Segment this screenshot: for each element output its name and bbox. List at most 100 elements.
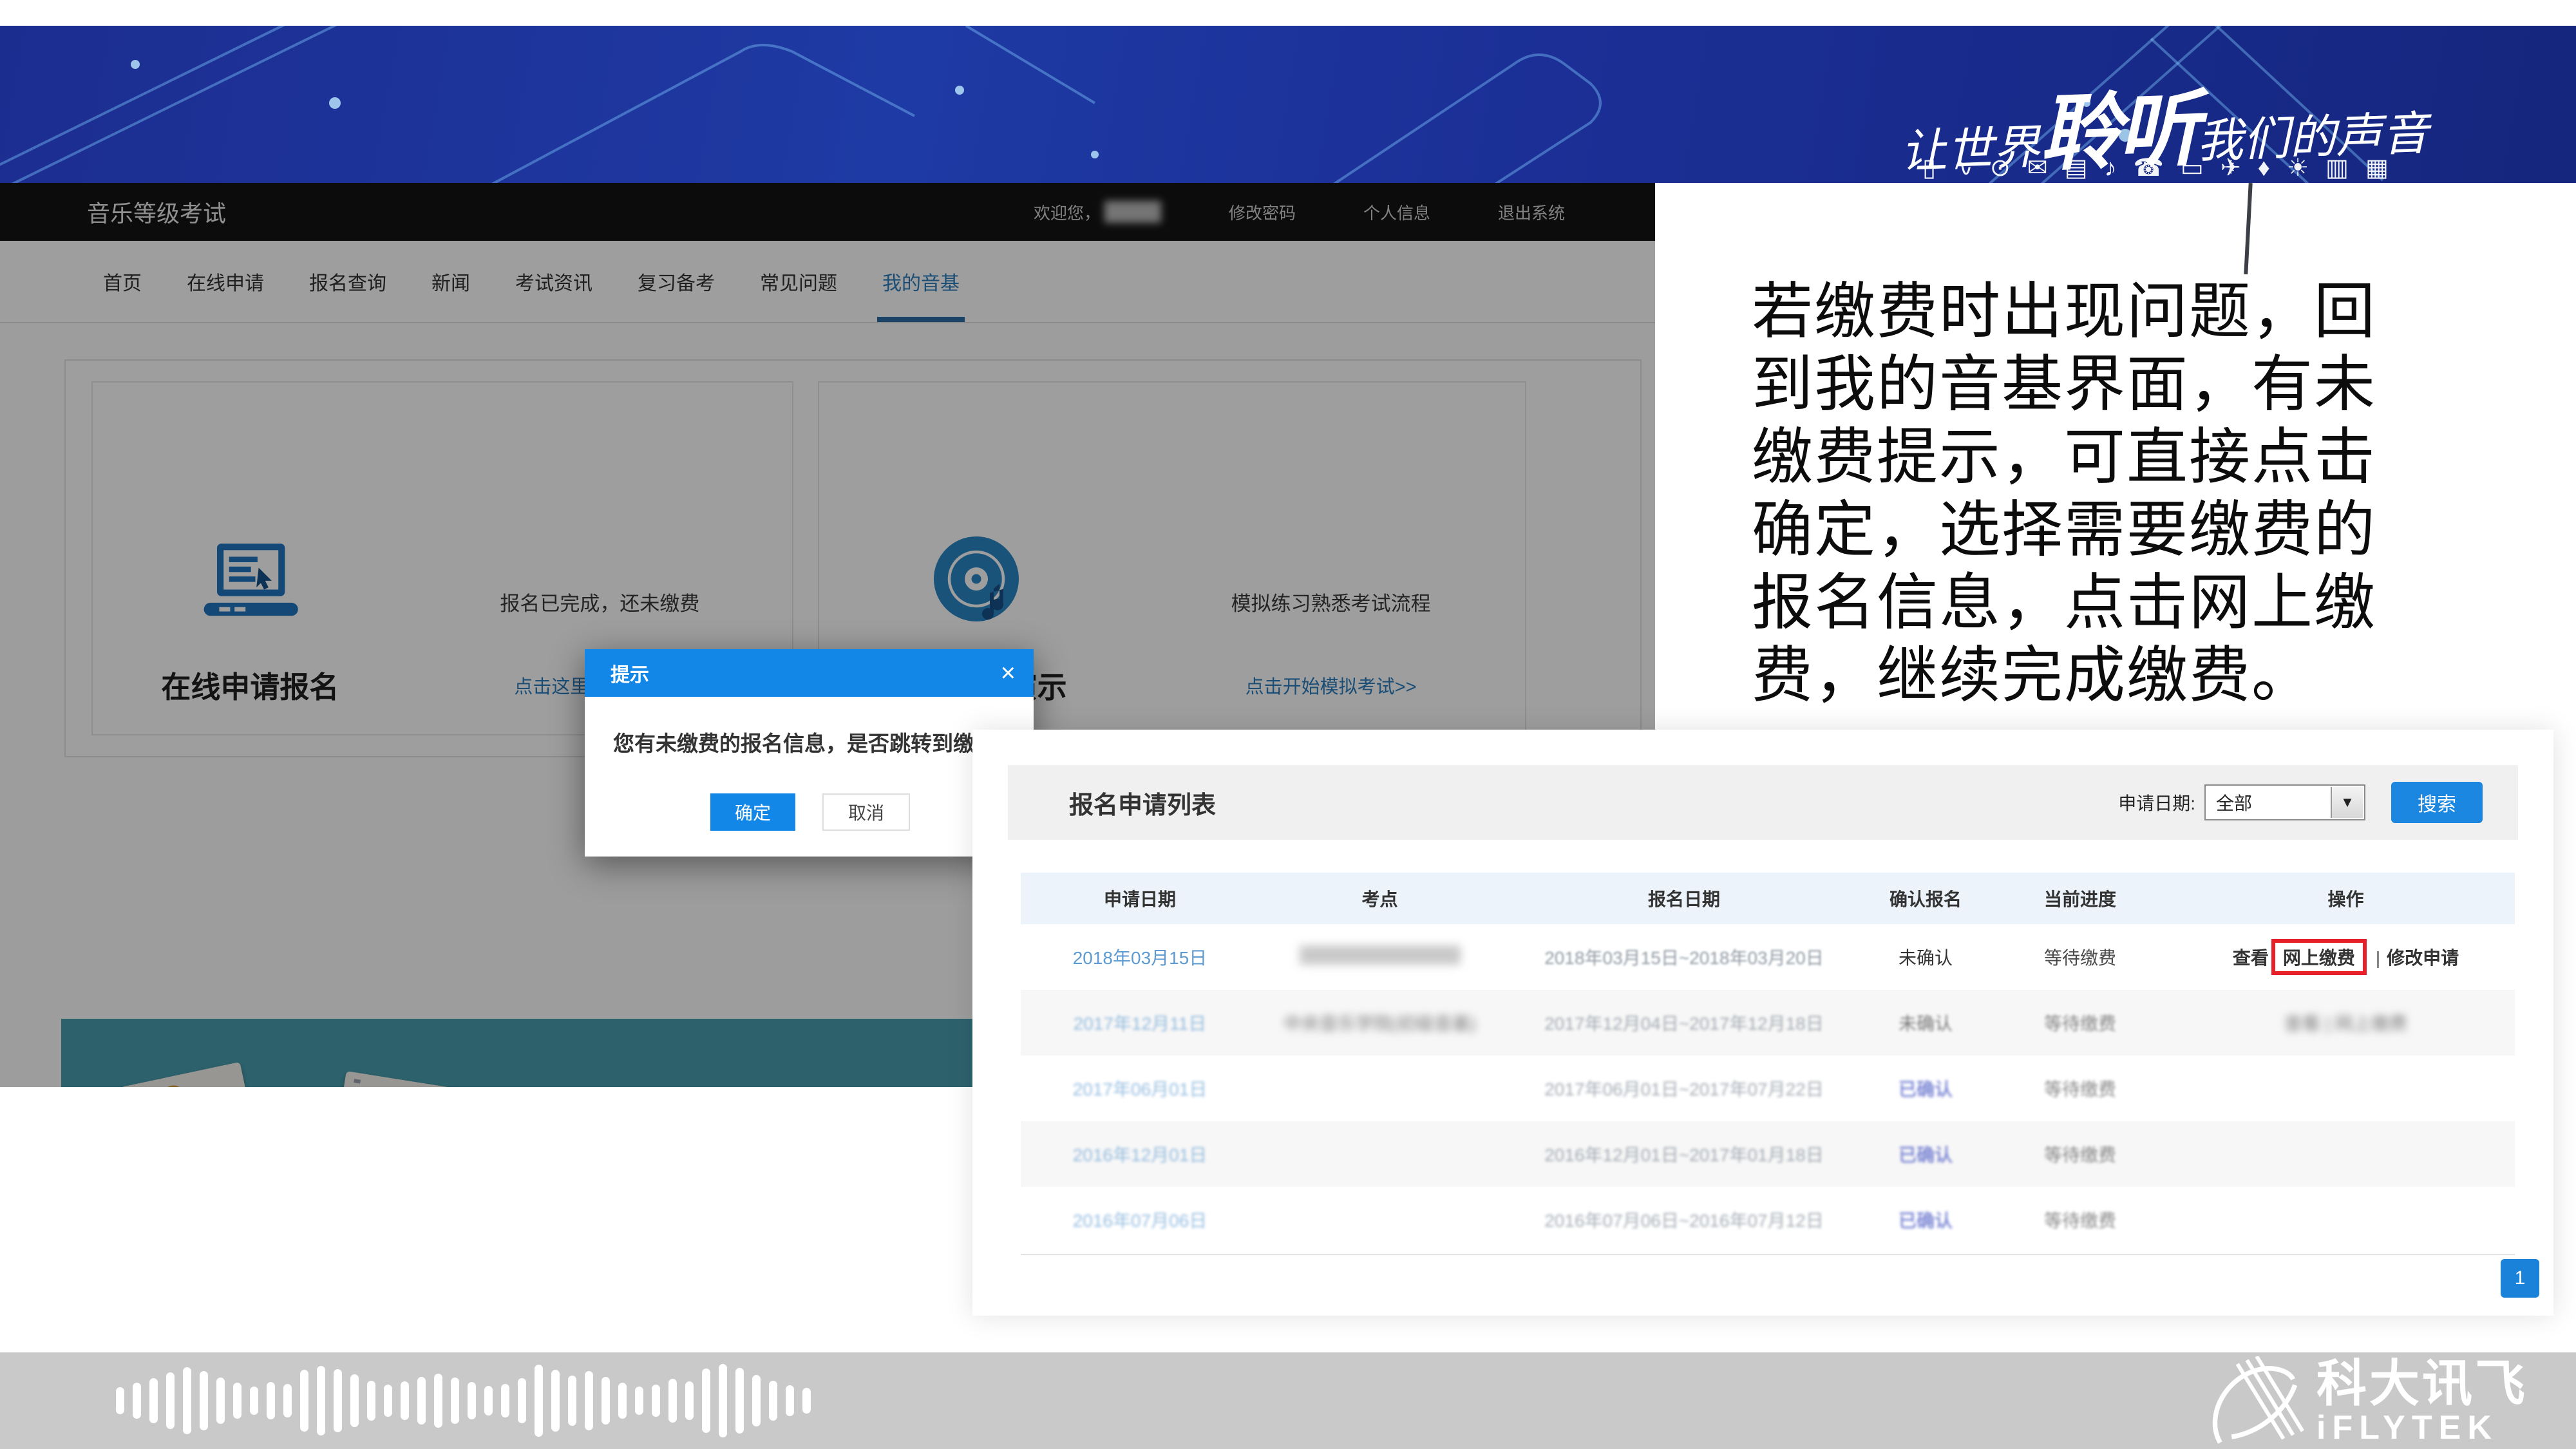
cancel-button[interactable]: 取消 <box>822 793 910 831</box>
waveform-bar <box>149 1378 158 1423</box>
progress-status: 等待缴费 <box>2044 1145 2116 1165</box>
exam-site-redacted <box>1300 945 1461 965</box>
waveform-bar <box>367 1381 375 1421</box>
waveform-bar <box>216 1378 225 1424</box>
confirm-status: 已确认 <box>1899 1079 1953 1099</box>
apply-date-link[interactable]: 2018年03月15日 <box>1073 948 1208 968</box>
fuel-pump: ▦ <box>2365 155 2405 182</box>
cart: ▥ <box>2325 155 2365 182</box>
dialog-buttons: 确定 取消 <box>585 793 1034 832</box>
iflytek-swoosh-icon <box>2208 1356 2305 1446</box>
footer-strip: 科大讯飞 iFLYTEK <box>0 1352 2576 1449</box>
confirm-status: 已确认 <box>1899 1145 1953 1165</box>
waveform-bar <box>735 1368 744 1434</box>
waveform-bar <box>484 1386 493 1416</box>
apply-date-link[interactable]: 2017年12月11日 <box>1074 1014 1207 1034</box>
progress-status: 等待缴费 <box>2044 1014 2116 1034</box>
registration-period: 2016年12月01日~2017年01月18日 <box>1544 1145 1824 1165</box>
waveform-bar <box>283 1384 292 1417</box>
panel-title: 报名申请列表 <box>1069 785 1216 820</box>
waveform-bar <box>551 1370 560 1432</box>
application-list-panel: 报名申请列表 申请日期: 全部 ▼ 搜索 申请日期考点报名日期确认报名当前进度操… <box>972 730 2553 1316</box>
waveform-bar <box>702 1368 710 1433</box>
waveform-bar <box>501 1384 509 1417</box>
waveform-bar <box>350 1374 359 1427</box>
waveform-bar <box>719 1364 727 1437</box>
top-white-strip <box>0 0 2576 26</box>
music-note: ♪ <box>2104 155 2133 182</box>
confirm-button[interactable]: 确定 <box>710 793 795 831</box>
chevron-down-icon[interactable]: ▼ <box>2331 787 2363 818</box>
op-online-pay-link[interactable]: 网上缴费 <box>2283 948 2355 968</box>
column-header-3: 确认报名 <box>1868 886 1984 911</box>
tv: ▤ <box>2065 155 2105 182</box>
waveform-bar <box>401 1381 409 1420</box>
filter-label: 申请日期: <box>2118 790 2195 815</box>
waveform-bar <box>233 1383 242 1419</box>
waveform-bar <box>802 1388 811 1414</box>
waveform-bar <box>518 1378 526 1423</box>
dialog-title: 提示 <box>611 659 649 687</box>
confirm-status: 已确认 <box>1899 1211 1953 1231</box>
registration-period: 2017年12月04日~2017年12月18日 <box>1544 1014 1824 1034</box>
slogan-icon-row: ▯∿⊙✉▤♪☎▭✈♦☀▥▦ <box>1842 153 2486 182</box>
waveform-bar <box>618 1383 627 1419</box>
filter-controls: 申请日期: 全部 ▼ 搜索 <box>2118 782 2518 823</box>
waveform-bar <box>585 1371 593 1430</box>
waveform-bar <box>668 1379 677 1423</box>
pagination-page-1[interactable]: 1 <box>2501 1259 2539 1298</box>
application-table: 申请日期考点报名日期确认报名当前进度操作 2018年03月15日2018年03月… <box>1021 873 2515 1253</box>
brand-name-en: iFLYTEK <box>2316 1411 2528 1444</box>
op-modify-apply-link[interactable]: 修改申请 <box>2387 948 2459 968</box>
sun: ☀ <box>2287 155 2325 182</box>
waveform-bar <box>468 1382 476 1419</box>
waveform-bar <box>769 1381 777 1421</box>
chat-bubble: ▭ <box>2181 155 2221 182</box>
dialog-message: 您有未缴费的报名信息，是否跳转到缴费页面？ <box>613 726 1034 757</box>
panel-header-band: 报名申请列表 申请日期: 全部 ▼ 搜索 <box>1008 765 2518 840</box>
search-button[interactable]: 搜索 <box>2391 782 2483 823</box>
close-icon[interactable]: × <box>1001 660 1016 686</box>
waveform-bar <box>133 1383 141 1419</box>
waveform-bar <box>200 1371 208 1430</box>
plane: ✈ <box>2221 155 2258 182</box>
apply-date-select[interactable]: 全部 ▼ <box>2204 784 2365 820</box>
waveform-logo <box>116 1364 811 1437</box>
microphone: ♦ <box>2258 155 2287 182</box>
page-canvas: 让世界聆听我们的声音 ▯∿⊙✉▤♪☎▭✈♦☀▥▦ 音乐等级考试 欢迎您， 修改密… <box>0 0 2576 1449</box>
phone: ▯ <box>1922 155 1953 182</box>
table-row: 2016年12月01日 2016年12月01日~2017年01月18日 已确认 等待缴… <box>1021 1121 2515 1187</box>
table-row: 2017年06月01日2017年06月01日~2017年07月22日已确认等待缴… <box>1021 1056 2515 1121</box>
waveform-bar <box>568 1376 576 1426</box>
op-view-link[interactable]: 查看 <box>2233 948 2269 968</box>
phone-call: ☎ <box>2133 155 2180 182</box>
apply-date-link[interactable]: 2016年07月06日 <box>1073 1211 1208 1231</box>
selected-filter-value: 全部 <box>2216 790 2252 815</box>
application-table-body: 2018年03月15日2018年03月15日~2018年03月20日未确认等待缴… <box>1021 924 2515 1253</box>
progress-status: 等待缴费 <box>2044 948 2116 968</box>
waveform-bar <box>535 1365 543 1437</box>
instruction-text: 若缴费时出现问题，回 到我的音基界面，有未 缴费提示，可直接点击 确定，选择需要… <box>1752 276 2563 712</box>
panel-divider <box>1021 1254 2515 1255</box>
waveform-bar <box>250 1387 258 1415</box>
progress-status: 等待缴费 <box>2044 1211 2116 1231</box>
waveform-bar <box>384 1385 392 1417</box>
column-header-5: 操作 <box>2177 886 2515 911</box>
waveform-bar <box>334 1369 342 1432</box>
iflytek-blue-banner: 让世界聆听我们的声音 ▯∿⊙✉▤♪☎▭✈♦☀▥▦ <box>0 26 2576 183</box>
waveform-bar <box>300 1370 308 1432</box>
table-row: 2017年12月11日中央音乐学院(初级音基)2017年12月04日~2017年… <box>1021 990 2515 1056</box>
column-header-1: 考点 <box>1259 886 1501 911</box>
waveform-bar <box>183 1367 191 1434</box>
iflytek-logo: 科大讯飞 iFLYTEK <box>2208 1356 2528 1446</box>
waveform-bar <box>601 1377 610 1425</box>
apply-date-link[interactable]: 2017年06月01日 <box>1073 1079 1208 1099</box>
waveform-bar <box>786 1385 794 1416</box>
apply-date-link[interactable]: 2016年12月01日 <box>1073 1145 1208 1165</box>
dialog-header: 提示 × <box>585 649 1034 697</box>
ops-blurred: 查看 | 网上缴费 <box>2284 1014 2407 1034</box>
confirm-status: 未确认 <box>1899 948 1953 968</box>
table-header-row: 申请日期考点报名日期确认报名当前进度操作 <box>1021 873 2515 924</box>
waveform-bar <box>685 1381 694 1420</box>
table-row: 2016年07月06日2016年07月06日~2016年07月12日已确认等待缴… <box>1021 1187 2515 1253</box>
